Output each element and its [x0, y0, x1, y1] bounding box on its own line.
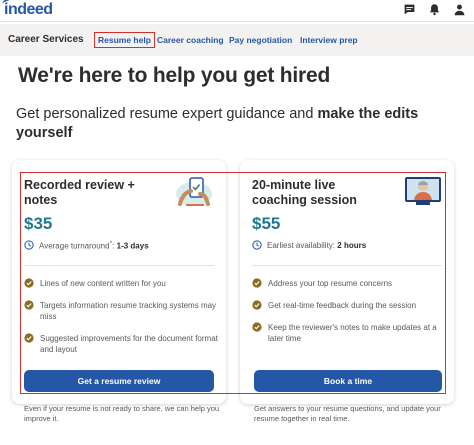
feature-text: Suggested improvements for the document …: [40, 334, 218, 354]
book-a-time-button[interactable]: Book a time: [254, 370, 442, 392]
card-title: Recorded review + notes: [24, 178, 135, 207]
recorded-review-card: Recorded review + notes $35 Average turn…: [12, 160, 226, 404]
review-footnote: Even if your resume is not ready to shar…: [24, 404, 220, 423]
list-item: Suggested improvements for the document …: [24, 333, 219, 355]
subtitle-plain: Get personalized resume expert guidance …: [16, 106, 318, 122]
price: $55: [252, 214, 281, 233]
page-subtitle: Get personalized resume expert guidance …: [16, 105, 456, 143]
list-item: Address your top resume concerns: [252, 278, 447, 289]
meta-value: 2 hours: [337, 240, 367, 250]
card-title: 20-minute live coaching session: [252, 178, 357, 207]
meta-label-text: Average turnaround: [39, 241, 110, 251]
indeed-logo[interactable]: indeed: [1, 0, 53, 19]
meta-label-text: Earliest availability:: [267, 240, 336, 250]
top-bar: indeed: [0, 0, 474, 22]
availability-info: Earliest availability: 2 hours: [252, 240, 366, 250]
meta-label: Earliest availability: 2 hours: [267, 241, 366, 250]
price: $35: [24, 214, 53, 233]
check-circle-icon: [252, 322, 262, 332]
check-circle-icon: [252, 300, 262, 310]
feature-text: Lines of new content written for you: [40, 279, 166, 288]
check-circle-icon: [24, 300, 34, 310]
meta-footnote-marker: *: [109, 240, 113, 247]
nav-section-title[interactable]: Career Services: [8, 34, 84, 45]
turnaround-info: Average turnaround*: 1-3 days: [24, 240, 149, 251]
feature-list: Address your top resume concerns Get rea…: [252, 278, 447, 355]
message-icon[interactable]: [403, 3, 416, 16]
tab-resume-help[interactable]: Resume help: [94, 32, 155, 48]
resume-review-illustration-icon: [176, 177, 212, 206]
header-icons: [403, 3, 466, 16]
clock-icon: [24, 240, 34, 250]
feature-text: Keep the reviewer's notes to make update…: [268, 323, 437, 343]
feature-text: Address your top resume concerns: [268, 279, 393, 288]
check-circle-icon: [24, 333, 34, 343]
feature-text: Get real-time feedback during the sessio…: [268, 301, 417, 310]
check-circle-icon: [24, 278, 34, 288]
video-coaching-illustration-icon: [405, 177, 441, 205]
tab-career-coaching[interactable]: Career coaching: [157, 35, 224, 45]
meta-value: 1-3 days: [116, 241, 149, 251]
list-item: Keep the reviewer's notes to make update…: [252, 322, 447, 344]
bell-icon[interactable]: [428, 3, 441, 16]
divider: [252, 265, 442, 266]
tab-pay-negotiation[interactable]: Pay negotiation: [229, 35, 292, 45]
get-resume-review-button[interactable]: Get a resume review: [24, 370, 214, 392]
tab-interview-prep[interactable]: Interview prep: [300, 35, 358, 45]
list-item: Targets information resume tracking syst…: [24, 300, 219, 322]
coaching-footnote: Get answers to your resume questions, an…: [254, 404, 441, 423]
clock-icon: [252, 240, 262, 250]
feature-list: Lines of new content written for you Tar…: [24, 278, 219, 366]
divider: [24, 265, 214, 266]
meta-label: Average turnaround*: 1-3 days: [39, 240, 149, 251]
list-item: Get real-time feedback during the sessio…: [252, 300, 447, 311]
feature-text: Targets information resume tracking syst…: [40, 301, 217, 321]
user-icon[interactable]: [453, 3, 466, 16]
check-circle-icon: [252, 278, 262, 288]
career-services-nav: Career Services Resume help Career coach…: [0, 24, 474, 56]
live-coaching-card: 20-minute live coaching session $55 Earl…: [240, 160, 454, 404]
page-title: We're here to help you get hired: [18, 64, 331, 87]
list-item: Lines of new content written for you: [24, 278, 219, 289]
